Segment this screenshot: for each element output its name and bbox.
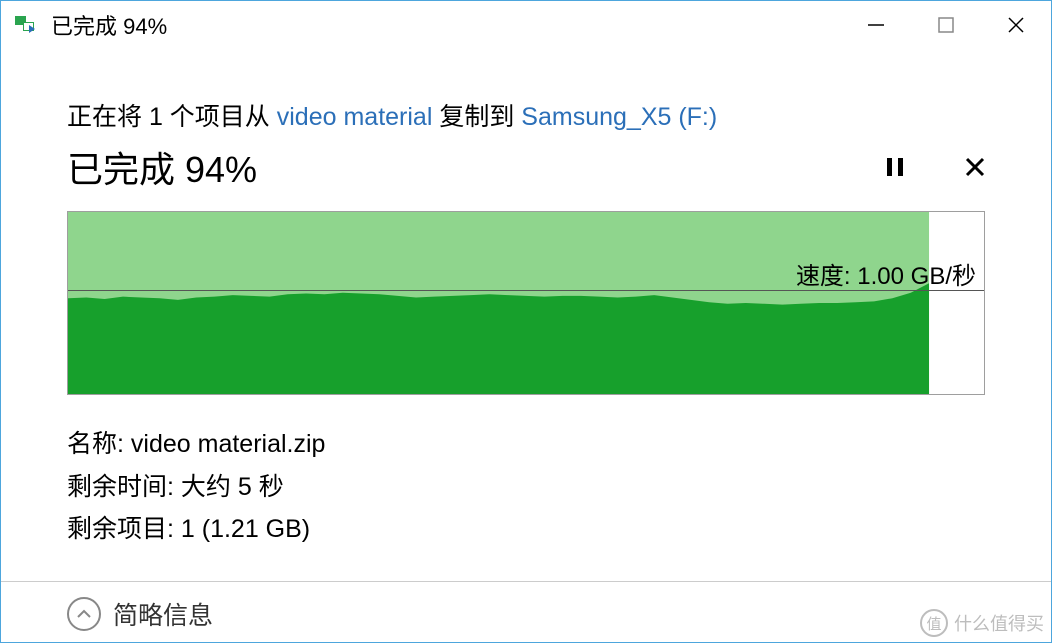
chart-svg [68, 212, 984, 394]
items-value: 1 (1.21 GB) [181, 515, 310, 543]
speed-chart[interactable]: 速度: 1.00 GB/秒 [67, 211, 985, 395]
copy-middle: 复制到 [432, 103, 521, 131]
pause-icon [885, 156, 905, 178]
close-icon [1006, 15, 1026, 35]
window-title: 已完成 94% [51, 9, 841, 41]
maximize-icon [937, 16, 955, 34]
details-block: 名称: video material.zip 剩余时间: 大约 5 秒 剩余项目… [67, 423, 995, 551]
cancel-icon [964, 156, 986, 178]
name-value: video material.zip [131, 430, 326, 458]
source-link[interactable]: video material [277, 103, 433, 131]
watermark-badge: 值 [920, 609, 948, 637]
window-controls [841, 1, 1051, 49]
destination-link[interactable]: Samsung_X5 (F:) [521, 103, 717, 131]
collapse-details-button[interactable] [67, 597, 101, 631]
watermark: 值 什么值得买 [920, 609, 1044, 637]
minimize-icon [866, 15, 886, 35]
items-label: 剩余项目: [67, 515, 181, 543]
detail-items: 剩余项目: 1 (1.21 GB) [67, 508, 995, 551]
detail-name: 名称: video material.zip [67, 423, 995, 466]
time-value: 大约 5 秒 [181, 473, 284, 501]
status-row: 已完成 94% [67, 141, 995, 193]
footer: 简略信息 [1, 582, 1051, 632]
copy-progress-icon [15, 16, 37, 34]
chevron-up-icon [76, 606, 92, 622]
titlebar: 已完成 94% [1, 1, 1051, 49]
copy-prefix: 正在将 1 个项目从 [67, 103, 277, 131]
time-label: 剩余时间: [67, 473, 181, 501]
progress-status: 已完成 94% [67, 141, 257, 193]
copy-description: 正在将 1 个项目从 video material 复制到 Samsung_X5… [67, 97, 995, 133]
cancel-button[interactable] [959, 151, 991, 183]
maximize-button[interactable] [911, 1, 981, 49]
less-info-label[interactable]: 简略信息 [113, 596, 213, 632]
name-label: 名称: [67, 430, 131, 458]
minimize-button[interactable] [841, 1, 911, 49]
close-window-button[interactable] [981, 1, 1051, 49]
detail-time: 剩余时间: 大约 5 秒 [67, 466, 995, 509]
pause-button[interactable] [879, 151, 911, 183]
transfer-controls [879, 151, 995, 183]
watermark-text: 什么值得买 [954, 610, 1044, 636]
speed-label: 速度: 1.00 GB/秒 [796, 256, 976, 291]
